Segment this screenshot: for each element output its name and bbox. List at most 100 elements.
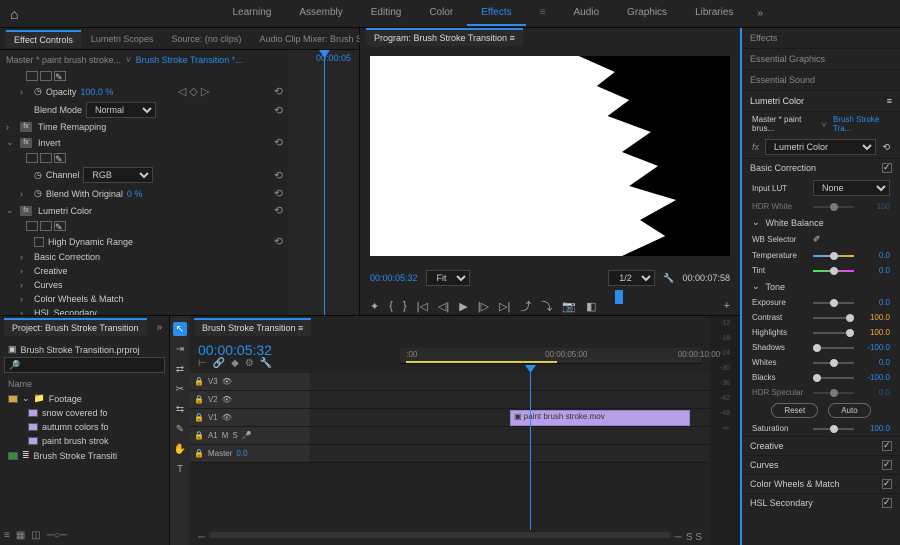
tab-project[interactable]: Project: Brush Stroke Transition	[4, 318, 147, 336]
reset-button[interactable]: Reset	[771, 403, 818, 418]
temperature-slider[interactable]	[813, 255, 854, 257]
tab-effects-panel[interactable]: Effects	[742, 28, 900, 49]
slip-tool-icon[interactable]: ⇆	[173, 402, 187, 416]
lumetri-fx-select[interactable]: Lumetri Color	[765, 139, 876, 155]
list-view-icon[interactable]: ≡	[4, 530, 10, 541]
track-label[interactable]: Master	[208, 449, 232, 458]
lock-icon[interactable]: 🔒	[194, 395, 204, 404]
fx-badge-icon[interactable]: fx	[20, 206, 32, 216]
twirl-icon[interactable]: ⌄	[752, 281, 760, 292]
twirl-icon[interactable]: ›	[20, 294, 30, 304]
eyedropper-icon[interactable]: ✐	[813, 234, 821, 245]
twirl-icon[interactable]: ›	[20, 189, 30, 199]
play-icon[interactable]: ▶	[459, 300, 467, 313]
ws-audio[interactable]: Audio	[559, 1, 613, 26]
blendmode-select[interactable]: Normal	[86, 102, 156, 118]
mark-in-icon[interactable]: {	[389, 300, 393, 312]
input-lut-select[interactable]: None	[813, 180, 890, 196]
add-marker-icon[interactable]: ✦	[370, 300, 379, 313]
lum-hsl-secondary[interactable]: HSL Secondary	[742, 493, 900, 512]
ws-assembly[interactable]: Assembly	[285, 1, 356, 26]
tab-essential-graphics[interactable]: Essential Graphics	[742, 49, 900, 70]
lum-curves-label[interactable]: Curves	[34, 280, 63, 290]
mask-ellipse-icon[interactable]	[26, 71, 38, 81]
lum-wheels-label[interactable]: Color Wheels & Match	[34, 294, 124, 304]
name-column-header[interactable]: Name	[4, 377, 165, 391]
timeline-timecode[interactable]: 00:00:05:32	[198, 342, 272, 358]
workspace-overflow-icon[interactable]: »	[757, 8, 763, 19]
icon-view-icon[interactable]: ▦	[16, 530, 25, 541]
zoom-in-icon[interactable]: ─	[675, 532, 682, 543]
linked-selection-icon[interactable]: 🔗	[213, 358, 225, 369]
clip-item[interactable]: snow covered fo	[4, 406, 165, 420]
extract-icon[interactable]: ⤵	[541, 298, 552, 314]
zoom-slider[interactable]: ─○─	[47, 530, 67, 541]
tab-lumetri-color[interactable]: Lumetri Color≡	[742, 91, 900, 112]
program-frame[interactable]	[370, 56, 730, 256]
razor-tool-icon[interactable]: ✂	[173, 382, 187, 396]
toggle-output-icon[interactable]: 👁	[222, 395, 232, 404]
folder-row[interactable]: ⌄📁Footage	[4, 391, 165, 406]
home-icon[interactable]: ⌂	[10, 6, 18, 22]
lock-icon[interactable]: 🔒	[194, 413, 204, 422]
step-back-icon[interactable]: ◁|	[438, 300, 449, 313]
tint-value[interactable]: 0.0	[860, 266, 890, 275]
lum-hsl-label[interactable]: HSL Secondary	[34, 308, 97, 315]
fx-badge-icon[interactable]: fx	[20, 138, 32, 148]
ws-graphics[interactable]: Graphics	[613, 1, 681, 26]
saturation-slider[interactable]	[813, 428, 854, 430]
go-to-out-icon[interactable]: ▷|	[499, 300, 510, 313]
twirl-icon[interactable]: ›	[20, 252, 30, 262]
exposure-slider[interactable]	[813, 302, 854, 304]
section-toggle-checkbox[interactable]	[882, 441, 892, 451]
wrench-icon[interactable]: 🔧	[663, 273, 674, 284]
ec-playhead[interactable]	[324, 50, 325, 315]
lock-icon[interactable]: 🔒	[194, 377, 204, 386]
clip-item[interactable]: autumn colors fo	[4, 420, 165, 434]
section-toggle-checkbox[interactable]	[882, 163, 892, 173]
reset-icon[interactable]: ⟲	[274, 136, 283, 149]
mask-pen-icon[interactable]: ✎	[54, 221, 66, 231]
freeform-view-icon[interactable]: ◫	[31, 530, 40, 541]
tab-timeline[interactable]: Brush Stroke Transition ≡	[194, 318, 311, 336]
exposure-value[interactable]: 0.0	[860, 298, 890, 307]
hdr-checkbox[interactable]	[34, 237, 44, 247]
panel-menu-icon[interactable]: ≡	[887, 96, 892, 106]
project-search-input[interactable]	[4, 357, 165, 373]
blend-orig-value[interactable]: 0 %	[127, 189, 143, 199]
go-to-in-icon[interactable]: |◁	[417, 300, 428, 313]
ws-editing[interactable]: Editing	[357, 1, 416, 26]
timeline-clip[interactable]: ▣ paint brush stroke.mov	[510, 410, 690, 426]
fx-badge-icon[interactable]: fx	[20, 122, 32, 132]
reset-icon[interactable]: ⟲	[274, 85, 283, 98]
lift-icon[interactable]: ⤴	[520, 298, 531, 314]
settings-icon[interactable]: ⚙	[245, 358, 254, 369]
mic-icon[interactable]: 🎤	[242, 431, 252, 440]
twirl-icon[interactable]: ⌄	[6, 205, 16, 216]
reset-icon[interactable]: ⟲	[882, 142, 890, 153]
ws-effects-menu-icon[interactable]: ≡	[526, 1, 560, 26]
mark-out-icon[interactable]: }	[403, 300, 407, 312]
twirl-icon[interactable]: ›	[20, 87, 30, 97]
whites-slider[interactable]	[813, 362, 854, 364]
ws-effects[interactable]: Effects	[467, 1, 525, 26]
marker-icon[interactable]: ◆	[231, 358, 239, 369]
comparison-icon[interactable]: ◧	[586, 300, 596, 313]
track-label[interactable]: V3	[208, 377, 218, 386]
twirl-icon[interactable]: ›	[20, 266, 30, 276]
master-value[interactable]: 0.0	[236, 449, 247, 458]
mask-rect-icon[interactable]	[40, 153, 52, 163]
tint-slider[interactable]	[813, 270, 854, 272]
program-current-tc[interactable]: 00:00:05:32	[370, 273, 418, 283]
button-editor-icon[interactable]: +	[724, 300, 730, 312]
track-label[interactable]: V2	[208, 395, 218, 404]
mask-ellipse-icon[interactable]	[26, 221, 38, 231]
lum-basic-label[interactable]: Basic Correction	[34, 252, 100, 262]
reset-icon[interactable]: ⟲	[274, 104, 283, 117]
export-frame-icon[interactable]: 📷	[562, 300, 576, 313]
reset-icon[interactable]: ⟲	[274, 169, 283, 182]
panel-overflow-icon[interactable]: »	[157, 322, 163, 333]
blacks-value[interactable]: -100.0	[860, 373, 890, 382]
wrench-icon[interactable]: 🔧	[260, 358, 272, 369]
work-area-bar[interactable]	[406, 361, 557, 363]
